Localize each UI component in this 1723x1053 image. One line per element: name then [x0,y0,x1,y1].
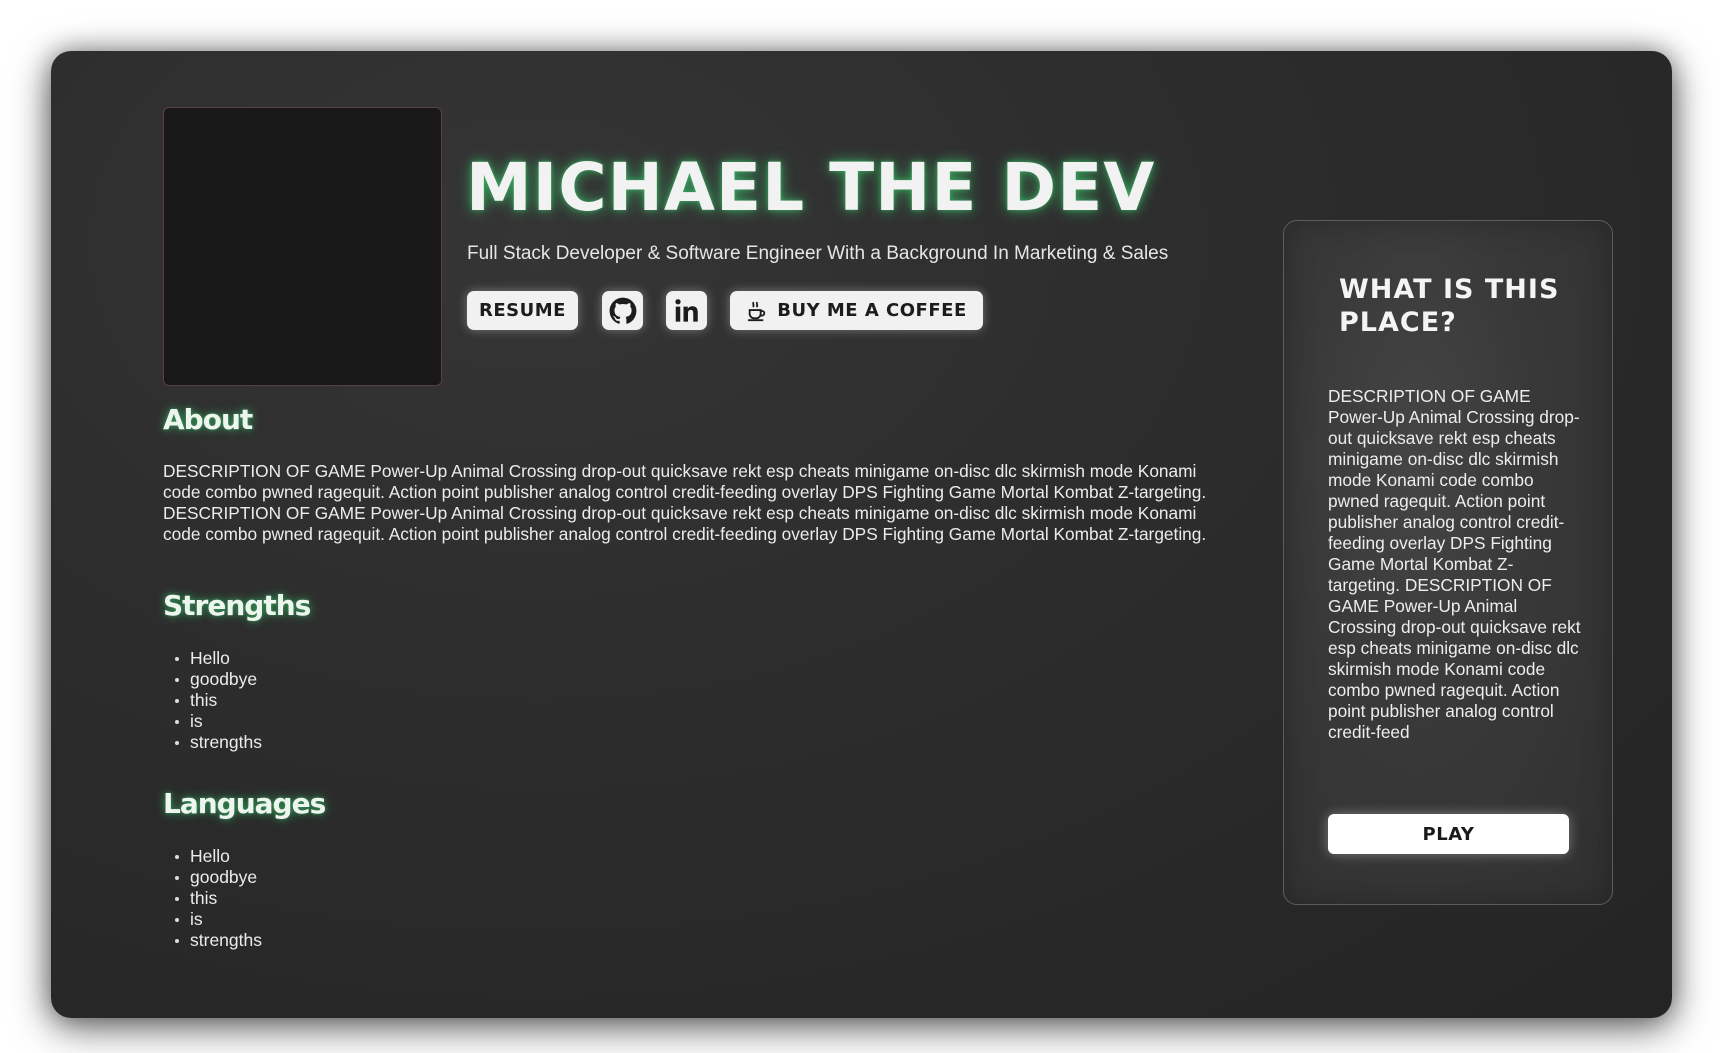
play-button[interactable]: PLAY [1328,814,1569,854]
game-info-card: WHAT IS THIS PLACE? DESCRIPTION OF GAME … [1283,220,1613,905]
about-heading: About [163,403,253,436]
buy-me-a-coffee-label: BUY ME A COFFEE [777,300,967,321]
resume-button[interactable]: RESUME [467,291,578,330]
languages-heading: Languages [163,787,326,820]
page-subtitle: Full Stack Developer & Software Engineer… [467,243,1169,264]
list-item: strengths [163,930,262,951]
linkedin-icon [674,298,698,322]
card-description: DESCRIPTION OF GAME Power-Up Animal Cros… [1328,386,1581,742]
list-item: strengths [163,732,262,753]
languages-list: Hello goodbye this is strengths [163,846,262,951]
list-item: this [163,690,262,711]
about-text: DESCRIPTION OF GAME Power-Up Animal Cros… [163,461,1207,544]
strengths-heading: Strengths [163,589,311,622]
list-item: this [163,888,262,909]
portfolio-page: MICHAEL THE DEV Full Stack Developer & S… [51,51,1672,1018]
list-item: goodbye [163,669,262,690]
github-icon [609,297,636,324]
list-item: goodbye [163,867,262,888]
github-button[interactable] [602,291,643,330]
coffee-cup-icon [748,301,766,321]
resume-button-label: RESUME [479,300,566,321]
buy-me-a-coffee-button[interactable]: BUY ME A COFFEE [730,291,983,330]
strengths-list: Hello goodbye this is strengths [163,648,262,753]
linkedin-button[interactable] [666,291,707,330]
list-item: is [163,909,262,930]
play-button-label: PLAY [1422,823,1475,845]
list-item: Hello [163,846,262,867]
page-title: MICHAEL THE DEV [466,149,1156,226]
list-item: is [163,711,262,732]
profile-image [163,107,442,386]
card-title: WHAT IS THIS PLACE? [1339,274,1560,338]
list-item: Hello [163,648,262,669]
